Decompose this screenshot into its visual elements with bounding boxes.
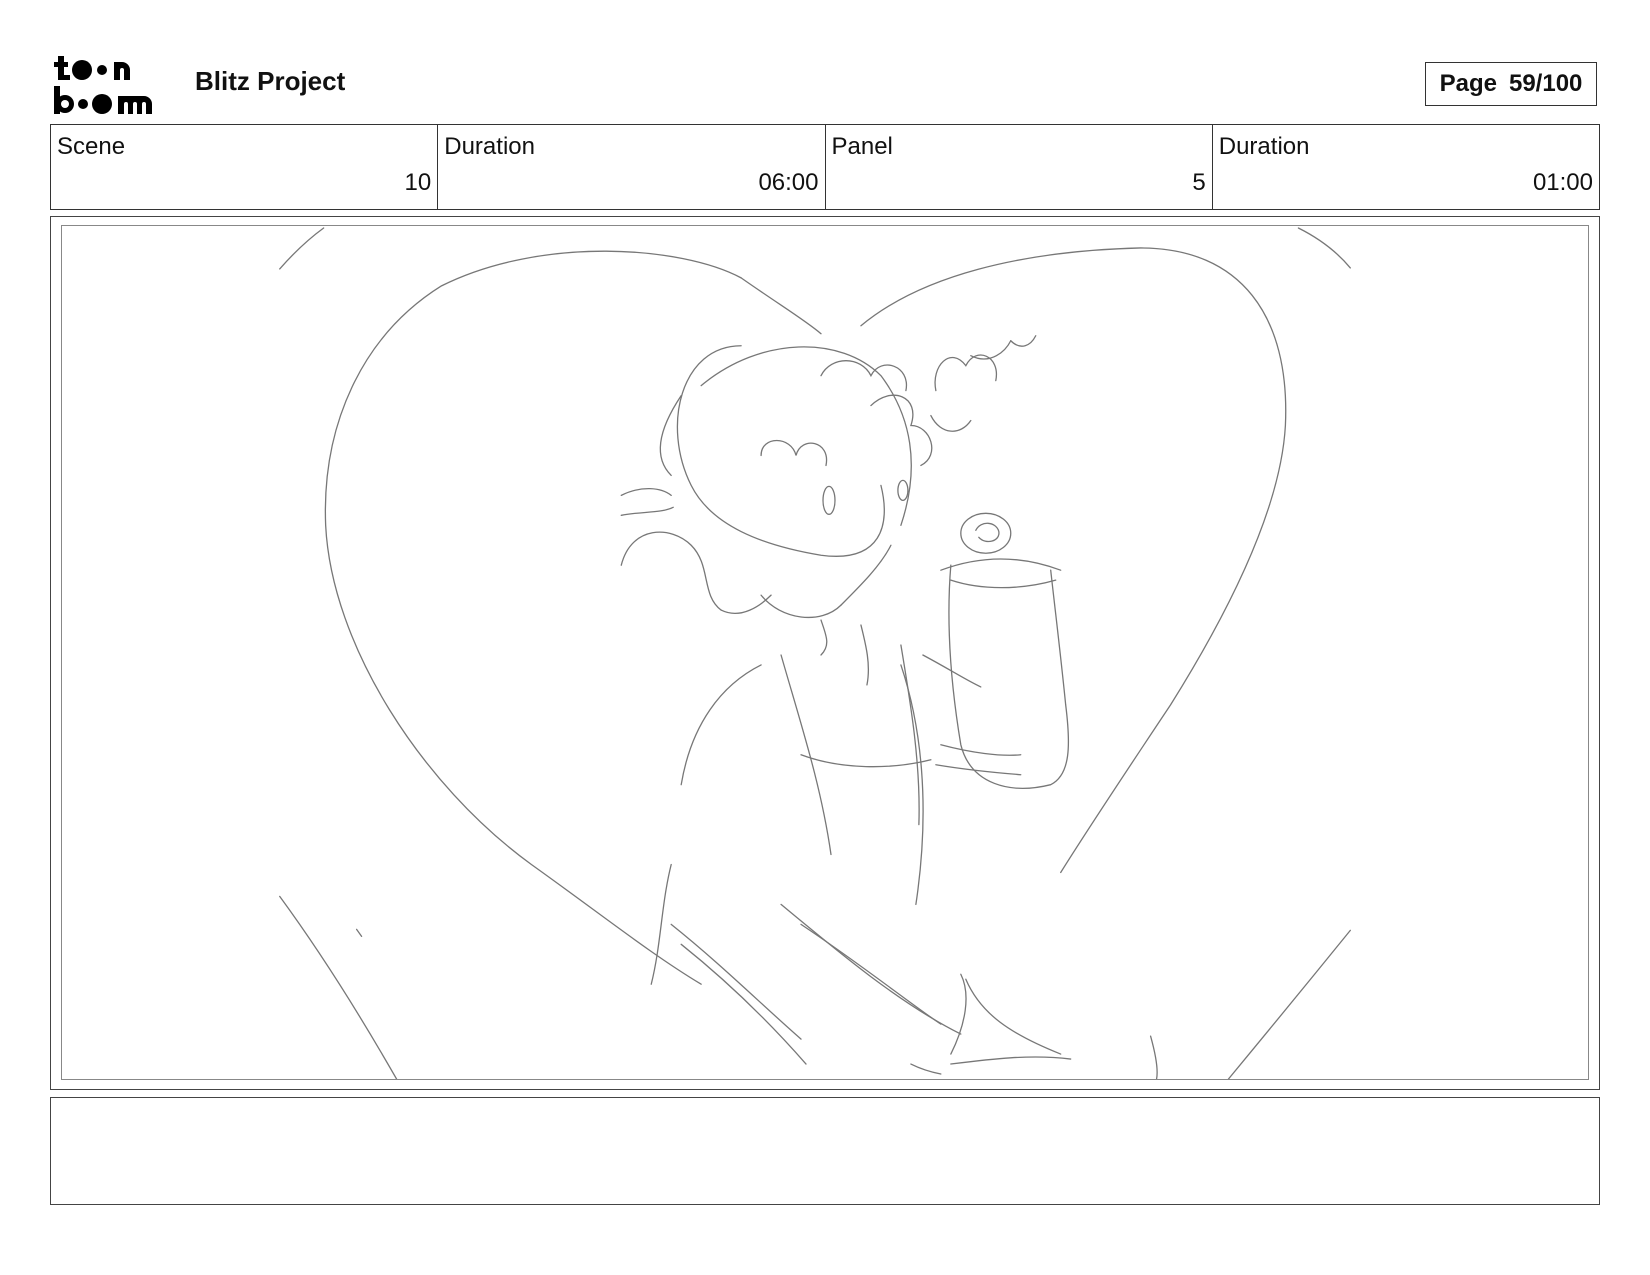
panel-cell: Panel 5 <box>826 125 1213 209</box>
panel-value: 5 <box>1192 169 1206 196</box>
scene-value: 10 <box>404 169 432 196</box>
scene-cell: Scene 10 <box>51 125 439 209</box>
panel-frame <box>50 216 1600 1090</box>
scene-duration-cell: Duration 06:00 <box>438 125 826 209</box>
page-label: Page <box>1439 70 1497 97</box>
panel-drawing-area <box>61 225 1589 1080</box>
toon-boom-logo <box>54 56 152 114</box>
scene-duration-label: Duration <box>444 133 535 160</box>
panel-duration-label: Duration <box>1218 133 1310 160</box>
panel-duration-cell: Duration 01:00 <box>1213 125 1599 209</box>
scene-label: Scene <box>57 133 126 160</box>
scene-duration-value: 06:00 <box>758 169 819 196</box>
panel-label: Panel <box>831 133 893 160</box>
page-indicator: Page 59/100 <box>1425 62 1597 106</box>
storyboard-info-row: Scene 10 Duration 06:00 Panel 5 Duration… <box>50 124 1600 210</box>
page-number: 59/100 <box>1508 70 1583 97</box>
panel-duration-value: 01:00 <box>1532 169 1593 196</box>
project-title: Blitz Project <box>195 66 346 96</box>
pencil-sketch-icon <box>279 227 1351 1079</box>
panel-notes-box[interactable] <box>50 1097 1600 1205</box>
